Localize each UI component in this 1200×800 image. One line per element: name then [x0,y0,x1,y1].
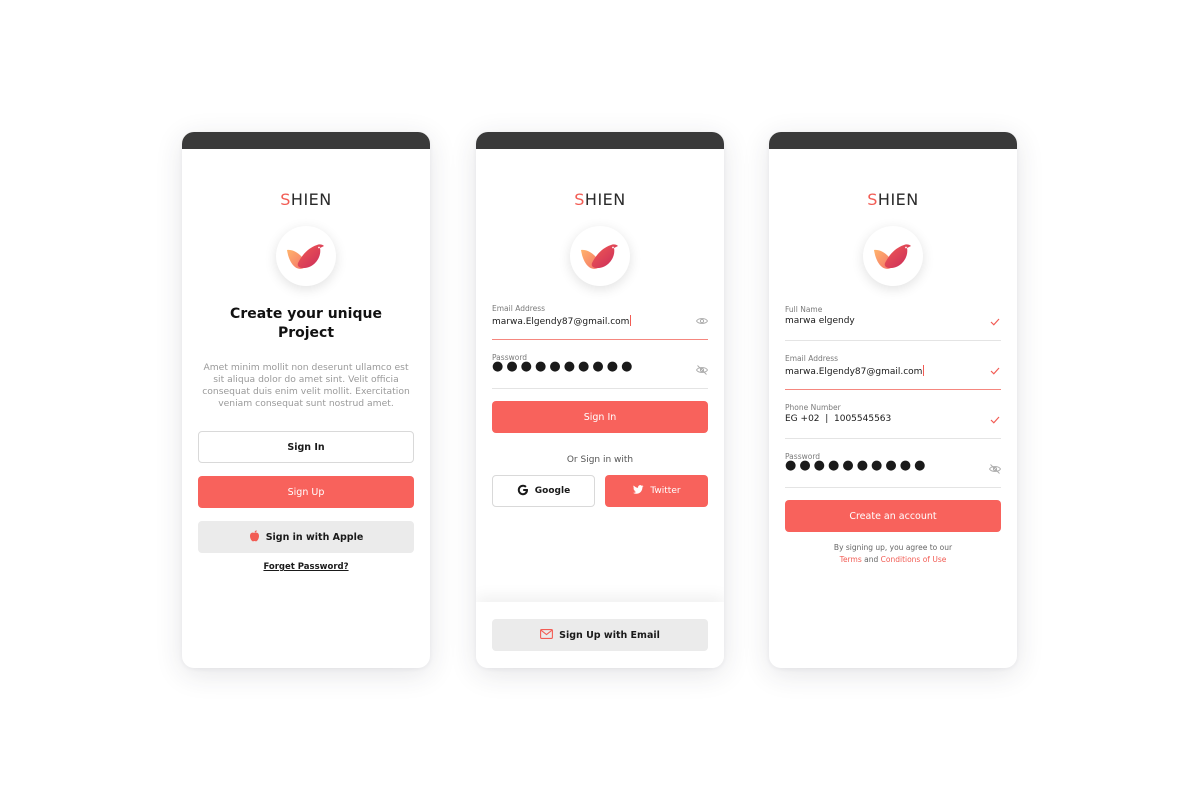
terms-notice: By signing up, you agree to our Terms an… [833,543,953,564]
check-icon [988,364,1001,377]
terms-link[interactable]: Terms [840,555,862,564]
status-bar [769,132,1017,149]
phone-number-field[interactable]: Phone Number EG +02 | 1005545563 [785,403,1001,439]
full-name-field[interactable]: Full Name marwa elgendy [785,305,1001,341]
bird-logo-icon [276,226,336,286]
bird-logo-icon [863,226,923,286]
status-bar [476,132,724,149]
create-account-button[interactable]: Create an account [785,500,1001,532]
password-field[interactable]: Password ●●●●●●●●●● [785,452,1001,488]
brand-wordmark: SHIEN [867,190,919,209]
forgot-password-link[interactable]: Forget Password? [182,562,430,572]
twitter-sign-in-button[interactable]: Twitter [605,475,708,507]
bottom-panel: Sign Up with Email [476,602,724,668]
eye-off-icon[interactable] [695,363,708,376]
brand-wordmark: SHIEN [280,190,332,209]
twitter-icon [632,484,644,498]
email-field[interactable]: Email Address marwa.Elgendy87@gmail.com [492,304,708,340]
email-field[interactable]: Email Address marwa.Elgendy87@gmail.com [785,354,1001,390]
check-icon [988,315,1001,328]
apple-sign-in-button[interactable]: Sign in with Apple [198,521,414,553]
or-sign-in-label: Or Sign in with [566,455,634,465]
check-icon [988,413,1001,426]
page-title: Create your unique Project [230,306,382,341]
google-icon [517,484,529,499]
sign-in-screen: SHIEN Email Address marwa.Elgendy87@gmai… [476,132,724,668]
conditions-of-use-link[interactable]: Conditions of Use [881,555,947,564]
eye-off-icon[interactable] [988,462,1001,475]
page-description: Amet minim mollit non deserunt ullamco e… [202,362,410,409]
sign-in-button[interactable]: Sign In [492,401,708,433]
google-sign-in-button[interactable]: Google [492,475,595,507]
email-sign-up-button[interactable]: Sign Up with Email [492,619,708,651]
mail-icon [540,628,554,642]
sign-up-screen: SHIEN Full Name marwa elgendy Email Addr… [769,132,1017,668]
brand-wordmark: SHIEN [574,190,626,209]
password-field[interactable]: Password ●●●●●●●●●● [492,353,708,389]
welcome-screen: SHIEN Create your unique Project Amet mi… [182,132,430,668]
apple-icon [249,529,260,545]
sign-in-button[interactable]: Sign In [198,431,414,463]
eye-icon[interactable] [695,314,708,327]
status-bar [182,132,430,149]
bird-logo-icon [570,226,630,286]
sign-up-button[interactable]: Sign Up [198,476,414,508]
